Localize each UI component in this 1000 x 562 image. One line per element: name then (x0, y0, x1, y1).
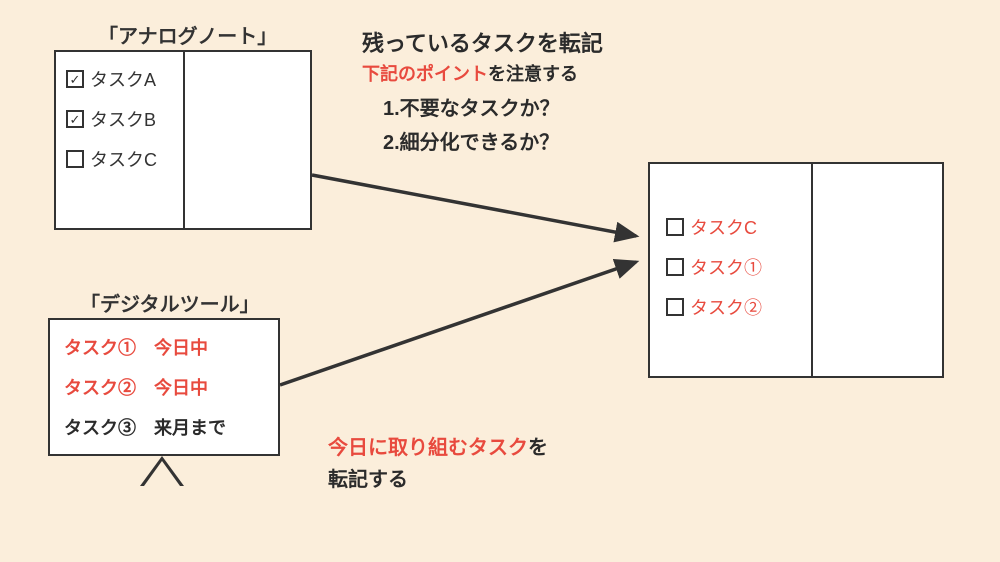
task-label: タスクB (90, 106, 156, 132)
notebook-divider (183, 52, 185, 228)
digital-due: 今日中 (154, 338, 208, 358)
notebook-divider (811, 164, 813, 376)
task-label: タスクC (690, 214, 757, 240)
bottom-rest: を (528, 437, 548, 459)
todo-notebook: タスクC タスク① タスク② (648, 162, 944, 378)
task-label: タスク② (690, 294, 762, 320)
task-label: タスクC (90, 146, 157, 172)
arrow-digital-to-todo (280, 262, 636, 385)
analog-notebook: ✓ タスクA ✓ タスクB タスクC (54, 50, 312, 230)
checkbox-unchecked-icon (666, 218, 684, 236)
digital-due: 今日中 (154, 378, 208, 398)
task-item: タスクC (66, 146, 157, 172)
checkbox-unchecked-icon (66, 150, 84, 168)
checkbox-checked-icon: ✓ (66, 110, 84, 128)
digital-task: タスク① (64, 334, 149, 360)
digital-row: タスク① 今日中 (64, 334, 264, 360)
instruction-sub-highlight: 下記のポイント (362, 64, 488, 84)
digital-row: タスク② 今日中 (64, 374, 264, 400)
task-item: タスク① (666, 254, 762, 280)
task-item: タスクC (666, 214, 762, 240)
instruction-heading: 残っているタスクを転記 (362, 26, 603, 58)
checkbox-unchecked-icon (666, 298, 684, 316)
analog-task-list: ✓ タスクA ✓ タスクB タスクC (66, 66, 157, 186)
digital-title: 「デジタルツール」 (80, 288, 260, 317)
bottom-highlight: 今日に取り組むタスク (328, 437, 528, 459)
todo-task-list: タスクC タスク① タスク② (666, 214, 762, 334)
instruction-sub: 下記のポイントを注意する (362, 60, 578, 86)
digital-due: 来月まで (154, 418, 226, 438)
task-label: タスクA (90, 66, 156, 92)
checkbox-unchecked-icon (666, 258, 684, 276)
stand-inner-icon (144, 461, 180, 486)
task-item: ✓ タスクA (66, 66, 157, 92)
arrow-analog-to-todo (312, 175, 636, 236)
task-item: ✓ タスクB (66, 106, 157, 132)
task-item: タスク② (666, 294, 762, 320)
analog-title: 「アナログノート」 (98, 20, 277, 49)
instruction-sub-rest: を注意する (488, 64, 578, 84)
bottom-line2: 転記する (328, 469, 408, 491)
checkbox-checked-icon: ✓ (66, 70, 84, 88)
digital-tool-box: タスク① 今日中 タスク② 今日中 タスク③ 来月まで (48, 318, 280, 456)
instruction-point-1: 1.不要なタスクか？ (383, 92, 560, 121)
digital-task: タスク③ (64, 414, 149, 440)
task-label: タスク① (690, 254, 762, 280)
digital-row: タスク③ 来月まで (64, 414, 264, 440)
instruction-point-2: 2.細分化できるか？ (383, 126, 559, 155)
bottom-caption: 今日に取り組むタスクを 転記する (328, 432, 548, 496)
digital-task: タスク② (64, 374, 149, 400)
